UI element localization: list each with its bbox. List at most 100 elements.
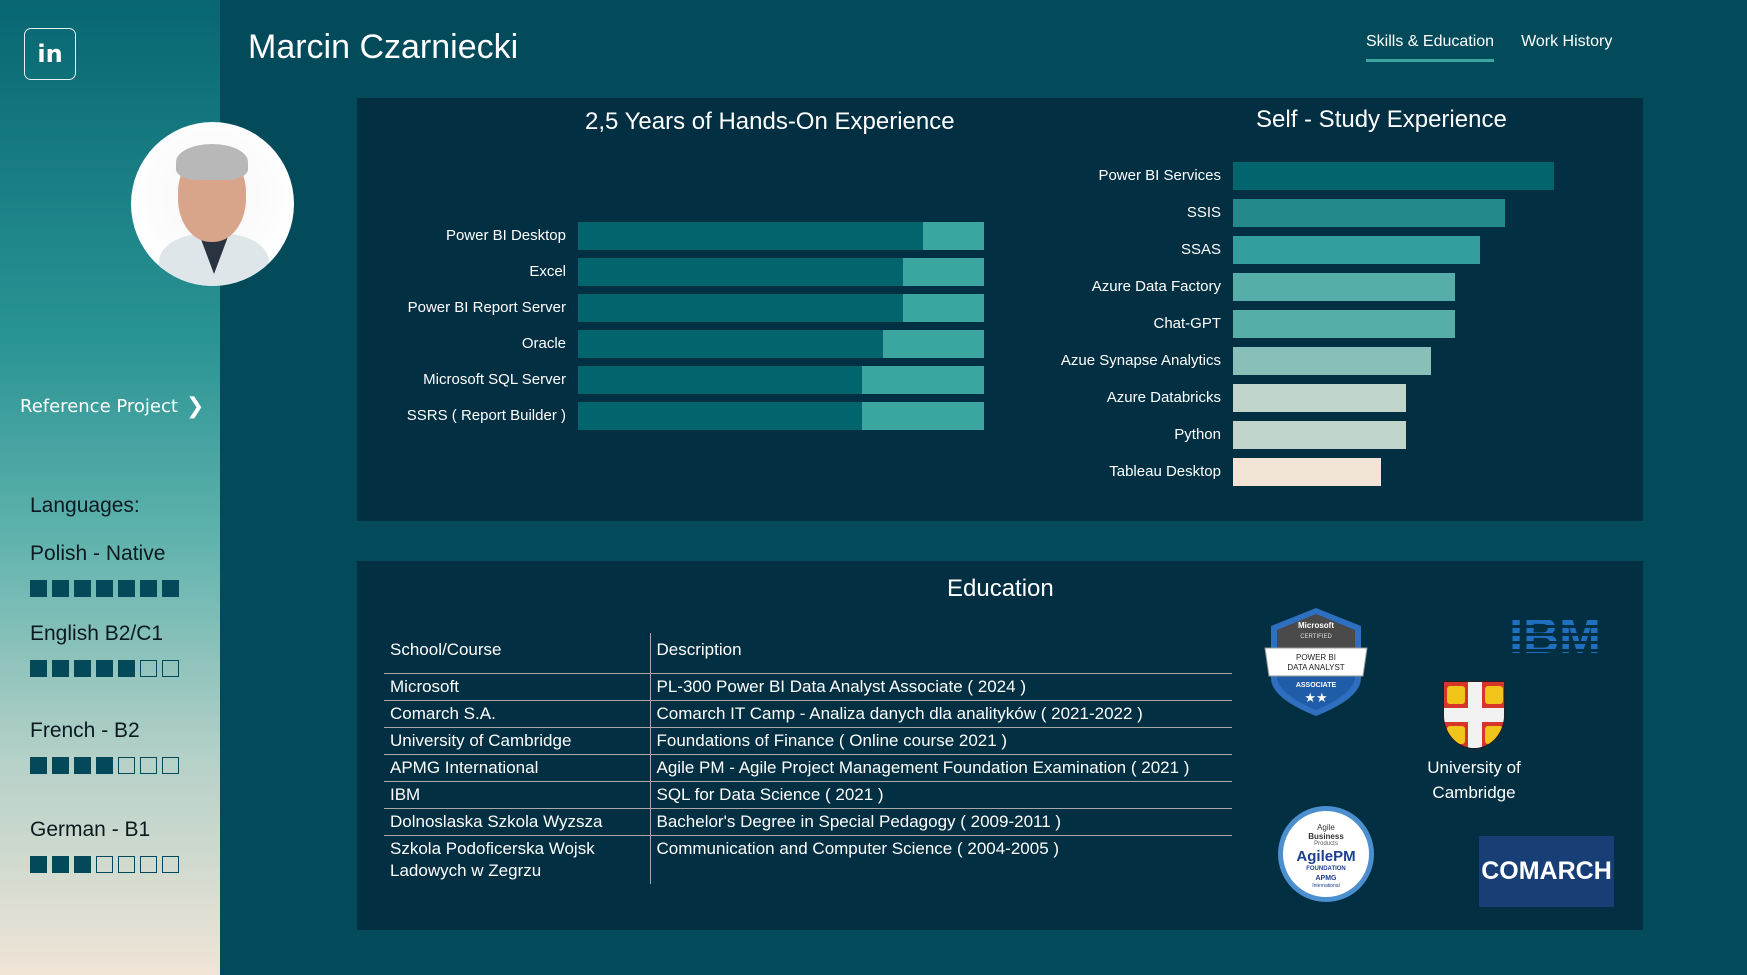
level-box-filled [30,580,47,597]
hands-on-bar-remaining[interactable] [862,366,984,394]
self-study-bar-label: Power BI Services [1098,167,1221,184]
language-item: French - B2 [30,719,179,774]
hands-on-bar-remaining[interactable] [902,294,984,322]
self-study-bar[interactable] [1233,310,1456,338]
hands-on-bar-remaining[interactable] [882,330,984,358]
self-study-bar-label: Azue Synapse Analytics [1060,352,1221,369]
level-box-filled [96,580,113,597]
table-row: APMG International Agile PM - Agile Proje… [384,754,1232,782]
self-study-bar[interactable] [1233,347,1431,375]
badge-line1: Microsoft [1298,621,1334,630]
education-title: Education [947,575,1054,602]
badge-line3: POWER BI [1296,653,1336,662]
hands-on-bar-label: Power BI Report Server [407,299,566,316]
badge-line2: CERTIFIED [1300,634,1332,640]
tab-skills-education[interactable]: Skills & Education [1366,33,1495,62]
table-row: IBM SQL for Data Science ( 2021 ) [384,781,1232,809]
hands-on-bar-remaining[interactable] [923,222,984,250]
language-level [30,757,179,774]
hands-on-chart-title: 2,5 Years of Hands-On Experience [585,108,955,135]
language-name: English B2/C1 [30,622,164,645]
self-study-bar[interactable] [1233,421,1406,449]
language-name: Polish - Native [30,542,166,565]
hands-on-bar-achieved[interactable] [578,294,903,322]
linkedin-icon: in [37,40,63,68]
hands-on-bar-achieved[interactable] [578,330,883,358]
level-box-filled [74,757,91,774]
hands-on-bar-remaining[interactable] [902,258,984,286]
tab-work-history[interactable]: Work History [1521,33,1612,62]
comarch-logo: COMARCH [1479,836,1614,907]
self-study-bar[interactable] [1233,458,1382,486]
description-cell: Comarch IT Camp - Analiza danych dla ana… [650,700,1232,728]
self-study-bar-label: Python [1174,426,1221,443]
agilepm-badge: Agile Business Products AgilePM FOUNDATI… [1278,806,1374,902]
education-table: School/Course Description Microsoft PL-30… [384,633,1232,884]
level-box-empty [162,660,179,677]
level-box-empty [118,856,135,873]
level-box-filled [30,856,47,873]
description-cell: SQL for Data Science ( 2021 ) [650,781,1232,809]
self-study-bar[interactable] [1233,199,1505,227]
agile-line4: AgilePM [1296,848,1356,865]
level-box-empty [162,757,179,774]
hands-on-bar-label: Power BI Desktop [445,227,566,244]
agile-line3: Products [1314,841,1338,847]
level-box-filled [52,580,69,597]
language-name: German - B1 [30,818,151,841]
self-study-bar-label: Chat-GPT [1153,315,1221,332]
hands-on-bar-label: Oracle [521,335,566,352]
language-level [30,856,179,873]
agile-line6: APMG [1315,875,1337,882]
hands-on-bar-achieved[interactable] [578,402,863,430]
level-box-empty [140,660,157,677]
self-study-bar[interactable] [1233,273,1456,301]
reference-project-label: Reference Project [20,396,178,417]
reference-project-link[interactable]: Reference Project ❯ [20,394,204,419]
hands-on-bar-achieved[interactable] [578,366,863,394]
badge-line4: DATA ANALYST [1287,663,1344,672]
self-study-bar-label: SSAS [1180,241,1221,258]
self-study-bar[interactable] [1233,162,1554,190]
ibm-logo: IBM [1495,608,1615,664]
self-study-bar[interactable] [1233,236,1480,264]
column-header-school: School/Course [384,633,651,674]
level-box-filled [96,660,113,677]
cambridge-label-line2: Cambridge [1432,783,1516,802]
school-cell: Dolnoslaska Szkola Wyzsza [384,808,651,836]
level-box-filled [74,856,91,873]
skills-panel: 2,5 Years of Hands-On Experience Self - … [357,98,1643,521]
hands-on-bar-label: Microsoft SQL Server [423,371,566,388]
hands-on-bar-label: Excel [529,263,566,280]
school-cell: Szkola Podoficerska Wojsk Ladowych w Zeg… [384,835,651,884]
languages-title: Languages: [30,494,140,517]
level-box-filled [52,660,69,677]
table-row: Comarch S.A. Comarch IT Camp - Analiza da… [384,700,1232,728]
hands-on-bar-achieved[interactable] [578,222,924,250]
level-box-filled [52,757,69,774]
hands-on-bar-remaining[interactable] [862,402,984,430]
description-cell: PL-300 Power BI Data Analyst Associate (… [650,673,1232,701]
language-item: Polish - Native [30,542,179,597]
school-cell: Comarch S.A. [384,700,651,728]
hands-on-bar-achieved[interactable] [578,258,903,286]
column-header-description: Description [650,633,1232,674]
self-study-bar-label: Azure Databricks [1106,389,1221,406]
level-box-empty [118,757,135,774]
ibm-logo-icon: IBM [1495,608,1615,664]
table-row: University of Cambridge Foundations of Fi… [384,727,1232,755]
school-cell: Microsoft [384,673,651,701]
agile-line2: Business [1308,832,1344,841]
level-box-empty [96,856,113,873]
level-box-empty [162,856,179,873]
level-box-filled [30,757,47,774]
linkedin-button[interactable]: in [24,28,76,80]
description-cell: Foundations of Finance ( Online course 2… [650,727,1232,755]
badge-line5: ASSOCIATE [1296,682,1337,689]
self-study-bar[interactable] [1233,384,1406,412]
school-cell: University of Cambridge [384,727,651,755]
level-box-filled [140,580,157,597]
page-title: Marcin Czarniecki [248,28,519,66]
table-row: Dolnoslaska Szkola Wyzsza Bachelor's Degr… [384,808,1232,836]
level-box-filled [74,580,91,597]
